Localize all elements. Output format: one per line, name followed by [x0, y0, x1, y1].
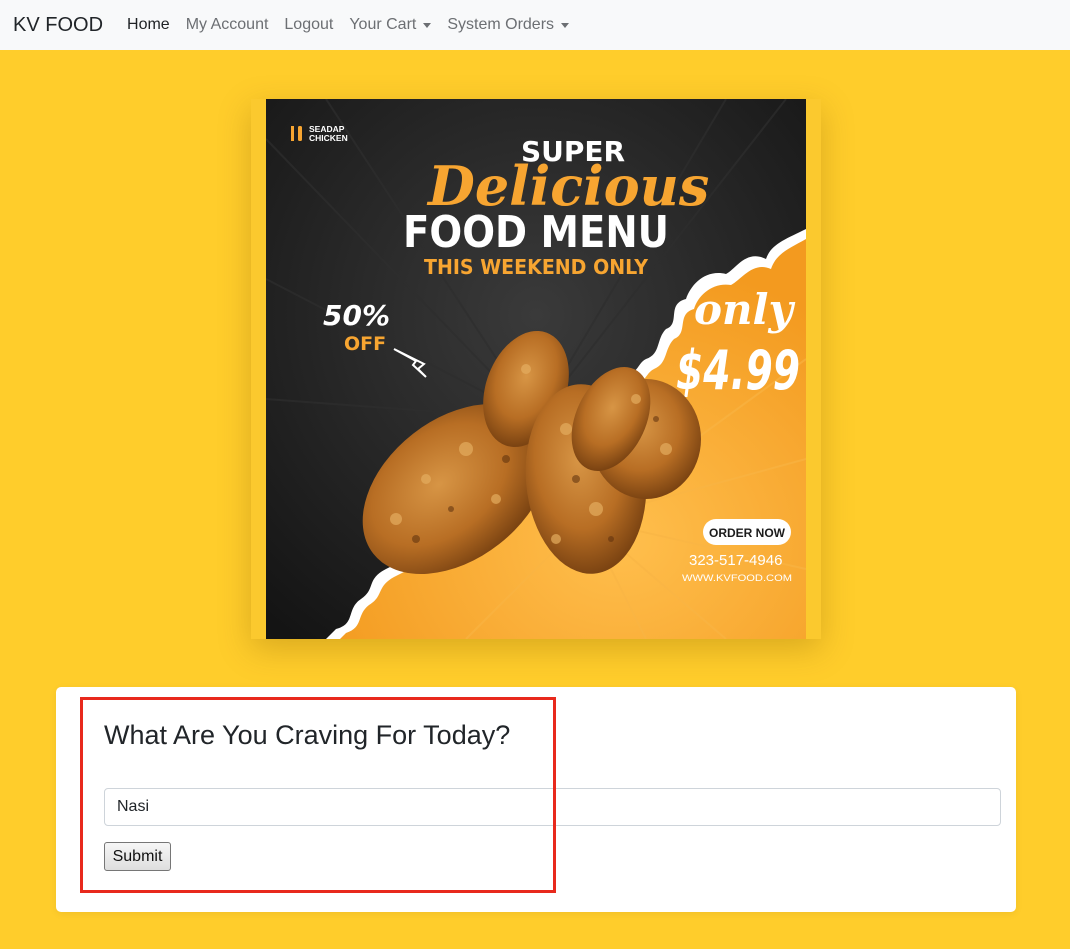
- craving-input[interactable]: [104, 788, 1001, 826]
- nav-system-orders-dropdown[interactable]: System Orders: [447, 16, 570, 34]
- price-text: $4.99: [676, 339, 800, 402]
- promo-banner: SEADAP CHICKEN SUPER Delicious FOOD MENU…: [266, 99, 806, 639]
- only-text: only: [694, 285, 796, 334]
- navbar: KV FOOD Home My Account Logout Your Cart…: [0, 0, 1070, 50]
- food-menu-text: FOOD MENU: [403, 207, 669, 258]
- order-now-text: ORDER NOW: [709, 526, 786, 540]
- nav-your-cart-label: Your Cart: [349, 16, 417, 33]
- craving-title: What Are You Craving For Today?: [104, 720, 511, 750]
- nav-system-orders-label: System Orders: [447, 16, 555, 33]
- craving-card: What Are You Craving For Today? Submit: [56, 687, 1016, 912]
- weekend-text: THIS WEEKEND ONLY: [424, 255, 648, 279]
- submit-button[interactable]: Submit: [104, 842, 171, 871]
- nav-my-account-label: My Account: [185, 16, 269, 33]
- website-text: WWW.KVFOOD.COM: [682, 573, 792, 584]
- off-text: OFF: [344, 333, 386, 355]
- nav-logout[interactable]: Logout: [284, 16, 333, 34]
- caret-down-icon: [423, 23, 432, 28]
- logo-line2: CHICKEN: [309, 133, 348, 143]
- nav-home[interactable]: Home: [127, 16, 170, 34]
- nav-logout-label: Logout: [284, 16, 334, 33]
- caret-down-icon: [561, 23, 570, 28]
- brand-logo[interactable]: KV FOOD: [13, 14, 103, 37]
- phone-text: 323-517-4946: [689, 552, 782, 569]
- seadap-logo: SEADAP CHICKEN: [291, 124, 348, 143]
- nav-your-cart-dropdown[interactable]: Your Cart: [349, 16, 432, 34]
- nav-home-label: Home: [127, 16, 170, 33]
- discount-text: 50%: [323, 299, 390, 332]
- nav-my-account[interactable]: My Account: [186, 16, 269, 34]
